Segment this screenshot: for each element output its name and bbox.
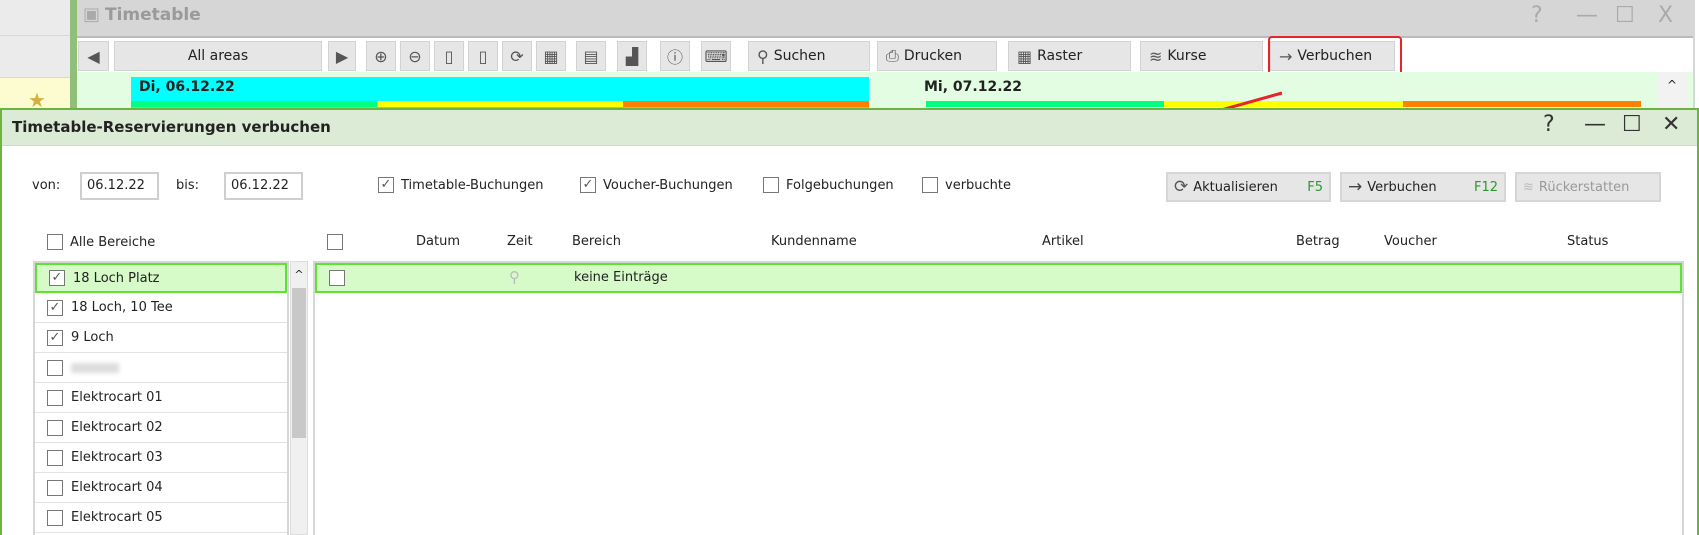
from-label: von:	[32, 178, 61, 193]
refresh-button[interactable]: ⟳ Aktualisieren F5	[1166, 172, 1331, 202]
checkbox[interactable]	[47, 389, 63, 406]
arrow-right-icon: →	[1348, 177, 1363, 197]
area-list: ✓ 18 Loch Platz ✓ 18 Loch, 10 Tee ✓ 9 Loch …	[33, 261, 289, 535]
filter-label: Voucher-Buchungen	[603, 177, 733, 193]
help-button[interactable]: ?	[1543, 112, 1555, 137]
dialog-title: Timetable-Reservierungen verbuchen	[12, 118, 331, 136]
filter-booked[interactable]: verbuchte	[922, 177, 1011, 193]
area-label: 9 Loch	[71, 330, 114, 345]
refresh-label: Aktualisieren	[1193, 179, 1278, 195]
coins-icon: ≋	[1523, 179, 1534, 195]
to-label: bis:	[176, 178, 200, 193]
checkbox[interactable]	[47, 479, 63, 496]
checkbox-checked[interactable]: ✓	[378, 177, 394, 193]
filter-label: Timetable-Buchungen	[401, 177, 544, 193]
checkbox[interactable]	[47, 449, 63, 466]
area-label: Elektrocart 02	[71, 420, 163, 435]
area-item[interactable]: Elektrocart 02	[35, 413, 287, 443]
column-time[interactable]: Zeit	[507, 234, 533, 249]
area-label: Elektrocart 01	[71, 390, 163, 405]
area-label: 18 Loch Platz	[73, 270, 160, 286]
refresh-icon: ⟳	[1174, 177, 1189, 197]
refund-button[interactable]: ≋ Rückerstatten	[1515, 172, 1661, 202]
empty-message: keine Einträge	[574, 270, 668, 285]
close-button[interactable]: ✕	[1662, 112, 1680, 137]
redacted-label	[71, 362, 119, 373]
shortcut-label: F5	[1307, 179, 1323, 195]
checkbox[interactable]	[47, 509, 63, 526]
from-date-input[interactable]: 06.12.22	[80, 172, 159, 200]
column-article[interactable]: Artikel	[1042, 234, 1084, 249]
scroll-up-button[interactable]: ^	[291, 262, 307, 288]
filter-voucher-bookings[interactable]: ✓ Voucher-Buchungen	[580, 177, 733, 193]
column-status[interactable]: Status	[1567, 234, 1608, 249]
column-amount[interactable]: Betrag	[1296, 234, 1340, 249]
filter-label: verbuchte	[945, 177, 1012, 193]
to-date-input[interactable]: 06.12.22	[224, 172, 303, 200]
area-item[interactable]: ✓ 18 Loch Platz	[35, 263, 287, 293]
row-checkbox[interactable]	[329, 270, 345, 286]
column-area[interactable]: Bereich	[572, 234, 621, 249]
area-label: Elektrocart 05	[71, 510, 163, 525]
area-list-scrollbar[interactable]: ^	[290, 261, 308, 535]
checkbox[interactable]	[47, 419, 63, 436]
filter-timetable-bookings[interactable]: ✓ Timetable-Buchungen	[378, 177, 543, 193]
area-item[interactable]: ✓ 18 Loch, 10 Tee	[35, 293, 287, 323]
checkbox[interactable]	[922, 177, 938, 193]
checkbox-checked[interactable]: ✓	[580, 177, 596, 193]
area-label: 18 Loch, 10 Tee	[71, 300, 173, 315]
dialog-titlebar: Timetable-Reservierungen verbuchen ? — ☐…	[2, 110, 1697, 146]
area-label: Elektrocart 04	[71, 480, 163, 495]
filter-follow-bookings[interactable]: Folgebuchungen	[763, 177, 894, 193]
select-all-checkbox[interactable]	[327, 234, 343, 250]
column-customer[interactable]: Kundenname	[771, 234, 857, 249]
all-areas-label: Alle Bereiche	[70, 234, 156, 250]
area-label: Elektrocart 03	[71, 450, 163, 465]
filter-label: Folgebuchungen	[786, 177, 894, 193]
checkbox-checked[interactable]: ✓	[49, 270, 65, 286]
area-item[interactable]: Elektrocart 04	[35, 473, 287, 503]
table-row[interactable]: ⚲ keine Einträge	[315, 263, 1682, 293]
checkbox[interactable]	[47, 359, 63, 376]
area-item[interactable]: Elektrocart 03	[35, 443, 287, 473]
maximize-button[interactable]: ☐	[1622, 112, 1642, 137]
checkbox[interactable]	[763, 177, 779, 193]
column-date[interactable]: Datum	[416, 234, 460, 249]
column-voucher[interactable]: Voucher	[1384, 234, 1437, 249]
refund-label: Rückerstatten	[1538, 179, 1630, 195]
book-label: Verbuchen	[1367, 179, 1437, 195]
book-button[interactable]: → Verbuchen F12	[1340, 172, 1506, 202]
area-item[interactable]: Elektrocart 01	[35, 383, 287, 413]
minimize-button[interactable]: —	[1584, 112, 1606, 137]
area-item[interactable]: Elektrocart 05	[35, 503, 287, 533]
checkbox-checked[interactable]: ✓	[47, 329, 63, 346]
scrollbar-thumb[interactable]	[292, 288, 306, 438]
checkbox[interactable]	[47, 234, 63, 250]
all-areas-checkbox[interactable]: Alle Bereiche	[47, 234, 155, 250]
checkbox-checked[interactable]: ✓	[47, 299, 63, 316]
search-icon: ⚲	[509, 268, 520, 286]
shortcut-label: F12	[1473, 179, 1498, 195]
area-item[interactable]: ✓ 9 Loch	[35, 323, 287, 353]
bookings-table: ⚲ keine Einträge	[313, 261, 1684, 535]
area-item[interactable]	[35, 353, 287, 383]
